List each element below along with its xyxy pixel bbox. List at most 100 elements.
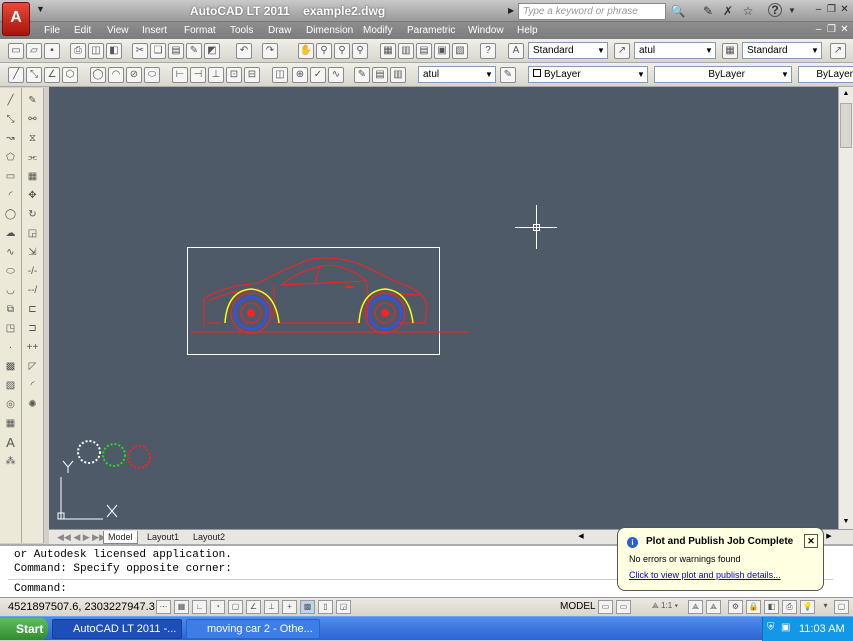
save-icon[interactable]: ▪ [44,43,60,59]
scroll-left-icon[interactable]: ◀ [573,531,589,543]
workspace-switch-icon[interactable]: ⚙ [728,600,743,614]
chamfer-icon[interactable]: ◸ [25,360,40,374]
hardware-acceleration-icon[interactable]: ◧ [764,600,779,614]
text-style-select[interactable]: Standard ▼ [528,42,608,59]
menu-window[interactable]: Window [468,25,504,36]
fillet-icon[interactable]: ◜ [25,379,40,393]
paste-icon[interactable]: ▤ [168,43,184,59]
tab-layout1[interactable]: Layout1 [143,531,183,544]
array-icon[interactable]: ▦ [25,170,40,184]
multileader-style-icon[interactable]: ↗ [830,43,846,59]
tab-nav-buttons[interactable]: ◀◀ ◀ ▶ ▶▶ [53,531,110,544]
quick-properties-icon[interactable]: ▯ [318,600,333,614]
lineweight-select[interactable]: ByLayer [798,66,853,83]
dim-style-select[interactable]: atul ▼ [634,42,716,59]
cut-icon[interactable]: ✂ [132,43,148,59]
properties-icon[interactable]: ▦ [380,43,396,59]
zoom-realtime-icon[interactable]: ⚲ [316,43,332,59]
move-icon[interactable]: ✥ [25,189,40,203]
star-icon[interactable]: ☆ [740,3,756,19]
layer-previous-icon[interactable]: ✓ [310,67,326,83]
search-icon[interactable]: 🔍 [670,3,686,19]
redo-icon[interactable]: ↷ [262,43,278,59]
start-button[interactable]: Start [0,618,48,640]
layer-walk-icon[interactable]: ▤ [372,67,388,83]
layer-select[interactable]: atul ▼ [418,66,496,83]
menu-view[interactable]: View [107,25,129,36]
status-menu-icon[interactable]: ▾ [818,600,833,614]
snap-mode-icon[interactable]: ⋯ [156,600,171,614]
scroll-up-icon[interactable]: ▲ [840,88,852,100]
join-icon[interactable]: ⊐ [25,322,40,336]
dim-linear-icon[interactable]: ⊢ [172,67,188,83]
annotation-scale-select[interactable]: ⟁ 1:1 ▾ [646,600,684,614]
stretch-icon[interactable]: ⇲ [25,246,40,260]
network-icon[interactable]: ▣ [781,622,790,633]
object-snap-tracking-icon[interactable]: ∠ [246,600,261,614]
scroll-thumb[interactable] [840,103,852,148]
task-moving-car[interactable]: moving car 2 - Othe... [186,619,320,639]
block-editor-icon[interactable]: ◩ [204,43,220,59]
annotation-visibility-icon[interactable]: ⟁ [688,600,703,614]
close-icon[interactable]: ✕ [804,534,818,548]
polar-tracking-icon[interactable]: ◔ [210,600,225,614]
restore-button[interactable]: ❐ [825,4,838,16]
sheet-set-icon[interactable]: ▣ [434,43,450,59]
offset-icon[interactable]: ⫘ [25,151,40,165]
trim-icon[interactable]: -/- [25,265,40,279]
plot-publish-status-icon[interactable]: ⎙ [782,600,797,614]
layer-state-icon[interactable]: ⊕ [292,67,308,83]
application-menu-button[interactable]: A [2,2,30,36]
gradient-icon[interactable]: ▧ [3,379,18,393]
publish-icon[interactable]: ◧ [106,43,122,59]
menu-tools[interactable]: Tools [230,25,253,36]
plot-preview-icon[interactable]: ◫ [88,43,104,59]
rotate-icon[interactable]: ↻ [25,208,40,222]
menu-modify[interactable]: Modify [363,25,392,36]
doc-minimize-button[interactable]: – [812,24,825,36]
markup-icon[interactable]: ▧ [452,43,468,59]
pan-icon[interactable]: ✋ [298,43,314,59]
explode-icon[interactable]: ✺ [25,398,40,412]
layer-properties-icon[interactable]: ◫ [272,67,288,83]
color-select[interactable]: ByLayer ▼ [528,66,648,83]
multiline-text-icon[interactable]: A [3,436,18,450]
drawing-canvas[interactable] [49,87,841,529]
copy-icon[interactable]: ❏ [150,43,166,59]
table-style-icon[interactable]: ▦ [722,43,738,59]
dim-aligned-icon[interactable]: ⊣ [190,67,206,83]
dynamic-ucs-icon[interactable]: ⊥ [264,600,279,614]
table-style-select[interactable]: Standard ▼ [742,42,822,59]
xline-icon[interactable]: ⤡ [26,67,42,83]
minimize-button[interactable]: – [812,4,825,16]
join-lines-icon[interactable]: ++ [25,341,40,355]
doc-restore-button[interactable]: ❐ [825,24,838,36]
search-input[interactable]: Type a keyword or phrase [518,3,666,20]
model-space-toggle[interactable]: MODEL [560,601,596,612]
add-selected-icon[interactable]: ⁂ [3,455,18,469]
polyline-icon[interactable]: ↝ [3,132,18,146]
ortho-mode-icon[interactable]: ∟ [192,600,207,614]
menu-draw[interactable]: Draw [268,25,291,36]
close-button[interactable]: ✕ [838,4,851,16]
communication-center-icon[interactable]: ✎ [700,3,716,19]
plot-icon[interactable]: ⎙ [70,43,86,59]
text-style-icon[interactable]: A [508,43,524,59]
quick-view-drawings-icon[interactable]: ▭ [616,600,631,614]
region-icon[interactable]: ◎ [3,398,18,412]
menu-dimension[interactable]: Dimension [306,25,353,36]
circle-icon[interactable]: ◯ [3,208,18,222]
dim-radius-icon[interactable]: ⊡ [226,67,242,83]
break-icon[interactable]: ⊏ [25,303,40,317]
design-center-icon[interactable]: ▥ [398,43,414,59]
copy-object-icon[interactable]: ⚯ [25,113,40,127]
shield-icon[interactable]: ⛨ [767,622,775,633]
match-properties-icon[interactable]: ✎ [186,43,202,59]
revision-cloud-icon[interactable]: ☁ [3,227,18,241]
grid-display-icon[interactable]: ▦ [174,600,189,614]
open-icon[interactable]: ▱ [26,43,42,59]
help-icon[interactable]: ? [768,3,782,17]
menu-edit[interactable]: Edit [74,25,91,36]
arc-icon[interactable]: ◠ [108,67,124,83]
search-expand-icon[interactable]: ▶ [508,6,514,15]
